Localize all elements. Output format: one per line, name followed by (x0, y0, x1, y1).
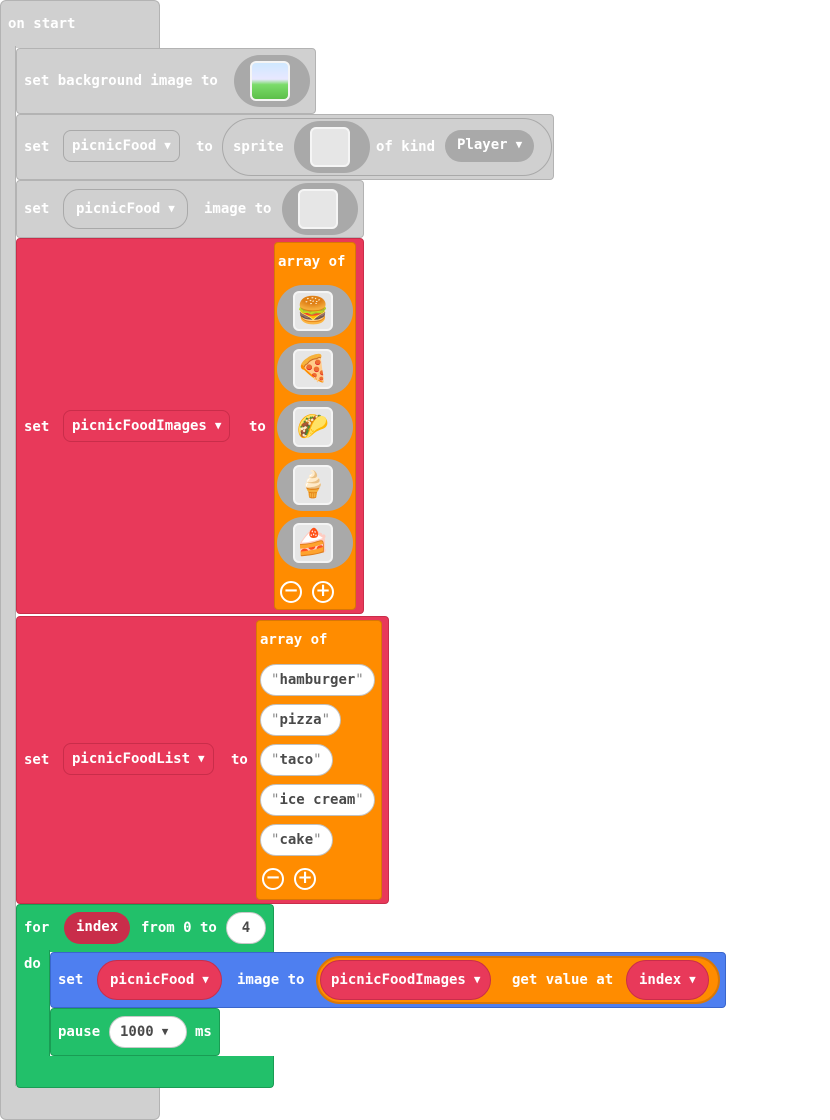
array-image-slot[interactable]: 🍦 (277, 459, 353, 511)
variable-dropdown-label: picnicFoodList (72, 751, 191, 767)
string-item-text: ice cream (279, 792, 356, 808)
array-image-slot[interactable]: 🍕 (277, 343, 353, 395)
to-keyword: to (196, 139, 213, 155)
loop-variable-index[interactable]: index (64, 912, 131, 944)
array-image-slot[interactable]: 🍔 (277, 285, 353, 337)
ice-cream-icon: 🍦 (293, 465, 333, 505)
variable-dropdown-label: picnicFood (76, 201, 161, 217)
array-of-label: array of (260, 632, 328, 648)
set-keyword: set (24, 752, 50, 768)
index-dropdown[interactable]: index ▼ (626, 960, 709, 1000)
string-item-text: cake (279, 832, 314, 848)
chevron-down-icon: ▼ (214, 419, 222, 432)
chevron-down-icon: ▼ (473, 973, 481, 986)
chevron-down-icon: ▼ (168, 202, 175, 215)
variable-dropdown-picnicfoodlist[interactable]: picnicFoodList ▼ (63, 743, 214, 775)
sprite-keyword: sprite (233, 139, 284, 155)
chevron-down-icon: ▼ (161, 1025, 169, 1038)
string-item[interactable]: "cake" (260, 824, 333, 856)
chevron-down-icon: ▼ (515, 138, 523, 151)
array-dropdown-label: picnicFoodImages (331, 972, 466, 988)
string-item[interactable]: "taco" (260, 744, 333, 776)
on-start-left-bar (0, 46, 16, 1086)
pause-keyword: pause (58, 1024, 101, 1040)
quote-mark: " (321, 712, 331, 728)
get-value-at-keyword: get value at (512, 972, 614, 988)
string-item[interactable]: "ice cream" (260, 784, 375, 816)
hamburger-icon: 🍔 (293, 291, 333, 331)
array-dropdown-picnicfoodimages[interactable]: picnicFoodImages ▼ (320, 960, 492, 1000)
to-keyword: to (231, 752, 248, 768)
empty-image-icon (310, 127, 350, 167)
array-image-slot[interactable]: 🌮 (277, 401, 353, 453)
kind-dropdown[interactable]: Player ▼ (445, 130, 535, 162)
quote-mark: " (355, 792, 364, 808)
variable-dropdown-picnicfood[interactable]: picnicFood ▼ (63, 130, 180, 162)
set-keyword: set (24, 201, 50, 217)
on-start-footer (0, 1086, 160, 1120)
add-item-icon[interactable]: + (294, 868, 316, 890)
pizza-icon: 🍕 (293, 349, 333, 389)
from-to-keyword: from 0 to (141, 920, 217, 936)
set-keyword: set (58, 972, 84, 988)
loop-variable-label: index (76, 919, 119, 935)
quote-mark: " (313, 832, 322, 848)
array-image-slot[interactable]: 🍰 (277, 517, 353, 569)
quote-mark: " (355, 672, 364, 688)
chevron-down-icon: ▼ (202, 973, 209, 986)
variable-dropdown-picnicfood[interactable]: picnicFood ▼ (63, 189, 188, 229)
chevron-down-icon: ▼ (164, 139, 171, 152)
variable-dropdown-label: picnicFood (72, 138, 157, 154)
background-scene-icon (250, 61, 290, 101)
set-keyword: set (24, 139, 50, 155)
on-start-label: on start (8, 16, 76, 32)
chevron-down-icon: ▼ (198, 752, 205, 765)
string-item-text: taco (279, 752, 314, 768)
ms-keyword: ms (195, 1024, 212, 1040)
variable-dropdown-label: picnicFoodImages (72, 418, 207, 434)
variable-dropdown-picnicfood[interactable]: picnicFood ▼ (97, 960, 222, 1000)
to-keyword: to (249, 419, 266, 435)
string-item-text: hamburger (279, 672, 356, 688)
pause-duration-dropdown[interactable]: 1000 ▼ (109, 1016, 187, 1048)
quote-mark: " (313, 752, 322, 768)
cake-icon: 🍰 (293, 523, 333, 563)
variable-dropdown-picnicfoodimages[interactable]: picnicFoodImages ▼ (63, 410, 231, 442)
remove-item-icon[interactable]: − (280, 581, 302, 603)
remove-item-icon[interactable]: − (262, 868, 284, 890)
empty-image-icon (298, 189, 338, 229)
sprite-image-slot[interactable] (294, 121, 370, 173)
for-loop-footer (16, 1056, 274, 1088)
add-item-icon[interactable]: + (312, 581, 334, 603)
taco-icon: 🌮 (293, 407, 333, 447)
sprite-image-slot[interactable] (282, 183, 358, 235)
string-item[interactable]: "hamburger" (260, 664, 375, 696)
image-to-keyword: image to (204, 201, 272, 217)
chevron-down-icon: ▼ (689, 973, 696, 986)
for-keyword: for (24, 920, 50, 936)
kind-dropdown-label: Player (457, 137, 508, 153)
index-dropdown-label: index (639, 972, 682, 988)
string-item[interactable]: "pizza" (260, 704, 342, 736)
array-of-label: array of (278, 254, 346, 270)
do-keyword: do (24, 956, 41, 972)
pause-duration-value: 1000 (120, 1024, 154, 1040)
image-to-keyword: image to (237, 972, 305, 988)
set-background-label: set background image to (24, 73, 218, 89)
of-kind-keyword: of kind (376, 139, 436, 155)
string-item-text: pizza (279, 712, 322, 728)
loop-end-input[interactable]: 4 (226, 912, 266, 944)
variable-dropdown-label: picnicFood (110, 972, 195, 988)
background-image-slot[interactable] (234, 55, 310, 107)
set-keyword: set (24, 419, 50, 435)
